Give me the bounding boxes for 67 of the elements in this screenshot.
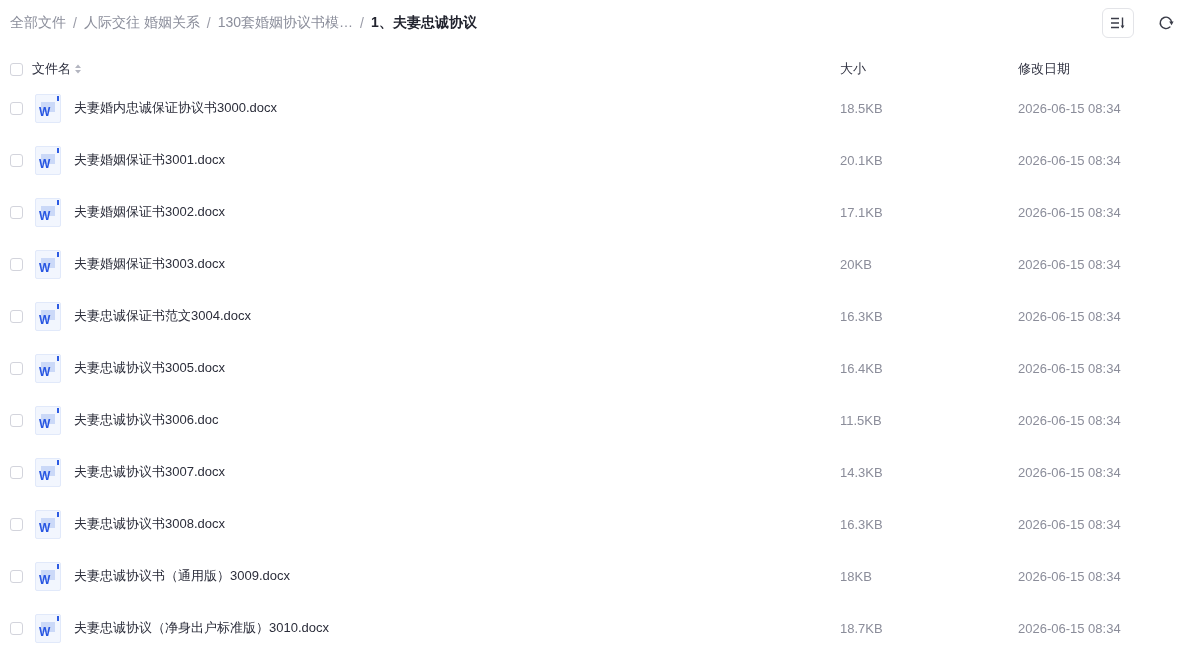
breadcrumb-current: 1、夫妻忠诚协议 <box>370 14 477 32</box>
file-name[interactable]: 夫妻忠诚协议（净身出户标准版）3010.docx <box>74 619 329 637</box>
modified-date: 2026-06-15 08:34 <box>1018 100 1121 116</box>
file-name[interactable]: 夫妻忠诚协议书3005.docx <box>74 359 225 377</box>
file-name[interactable]: 夫妻婚姻保证书3001.docx <box>74 151 225 169</box>
word-document-icon: W <box>35 197 61 227</box>
modified-date: 2026-06-15 08:34 <box>1018 308 1121 324</box>
select-all-checkbox[interactable] <box>10 62 23 76</box>
row-checkbox[interactable] <box>10 413 23 427</box>
modified-date: 2026-06-15 08:34 <box>1018 152 1121 168</box>
word-document-icon: W <box>35 301 61 331</box>
modified-date: 2026-06-15 08:34 <box>1018 204 1121 220</box>
modified-date: 2026-06-15 08:34 <box>1018 256 1121 272</box>
breadcrumb-separator: / <box>360 15 364 31</box>
file-size: 20KB <box>840 256 872 272</box>
word-document-icon: W <box>35 353 61 383</box>
row-checkbox[interactable] <box>10 257 23 271</box>
row-checkbox[interactable] <box>10 361 23 375</box>
refresh-icon[interactable] <box>1158 15 1174 31</box>
file-name[interactable]: 夫妻忠诚协议书（通用版）3009.docx <box>74 567 290 585</box>
row-checkbox[interactable] <box>10 153 23 167</box>
modified-date: 2026-06-15 08:34 <box>1018 516 1121 532</box>
file-name[interactable]: 夫妻婚内忠诚保证协议书3000.docx <box>74 99 277 117</box>
word-document-icon: W <box>35 457 61 487</box>
row-checkbox[interactable] <box>10 465 23 479</box>
file-size: 17.1KB <box>840 204 883 220</box>
word-document-icon: W <box>35 561 61 591</box>
sort-arrows-icon <box>75 64 81 74</box>
file-name[interactable]: 夫妻婚姻保证书3002.docx <box>74 203 225 221</box>
file-name[interactable]: 夫妻忠诚协议书3006.doc <box>74 411 219 429</box>
word-document-icon: W <box>35 613 61 643</box>
modified-date: 2026-06-15 08:34 <box>1018 464 1121 480</box>
word-document-icon: W <box>35 405 61 435</box>
file-size: 16.3KB <box>840 308 883 324</box>
sort-icon <box>1111 17 1125 29</box>
row-checkbox[interactable] <box>10 309 23 323</box>
file-size: 11.5KB <box>840 412 882 428</box>
breadcrumb-separator: / <box>206 15 211 31</box>
file-size: 20.1KB <box>840 152 883 168</box>
modified-date: 2026-06-15 08:34 <box>1018 568 1121 584</box>
modified-date: 2026-06-15 08:34 <box>1018 360 1121 376</box>
file-name[interactable]: 夫妻忠诚协议书3007.docx <box>74 463 225 481</box>
modified-date: 2026-06-15 08:34 <box>1018 620 1121 636</box>
word-document-icon: W <box>35 145 61 175</box>
file-size: 14.3KB <box>840 464 883 480</box>
word-document-icon: W <box>35 249 61 279</box>
word-document-icon: W <box>35 509 61 539</box>
word-document-icon: W <box>35 93 61 123</box>
file-size: 18.7KB <box>840 620 883 636</box>
row-checkbox[interactable] <box>10 621 23 635</box>
file-size: 18.5KB <box>840 100 883 116</box>
file-name[interactable]: 夫妻婚姻保证书3003.docx <box>74 255 225 273</box>
column-header: 大小 <box>840 60 866 78</box>
file-size: 16.4KB <box>840 360 883 376</box>
row-checkbox[interactable] <box>10 205 23 219</box>
file-name[interactable]: 夫妻忠诚协议书3008.docx <box>74 515 225 533</box>
column-header: 修改日期 <box>1018 60 1070 78</box>
sort-button[interactable] <box>1102 8 1134 38</box>
file-name[interactable]: 夫妻忠诚保证书范文3004.docx <box>74 307 251 325</box>
row-checkbox[interactable] <box>10 517 23 531</box>
modified-date: 2026-06-15 08:34 <box>1018 412 1121 428</box>
column-header[interactable]: 文件名 <box>32 60 81 78</box>
row-checkbox[interactable] <box>10 101 23 115</box>
row-checkbox[interactable] <box>10 569 23 583</box>
file-size: 16.3KB <box>840 516 883 532</box>
breadcrumb-separator: / <box>73 15 77 31</box>
file-size: 18KB <box>840 568 872 584</box>
